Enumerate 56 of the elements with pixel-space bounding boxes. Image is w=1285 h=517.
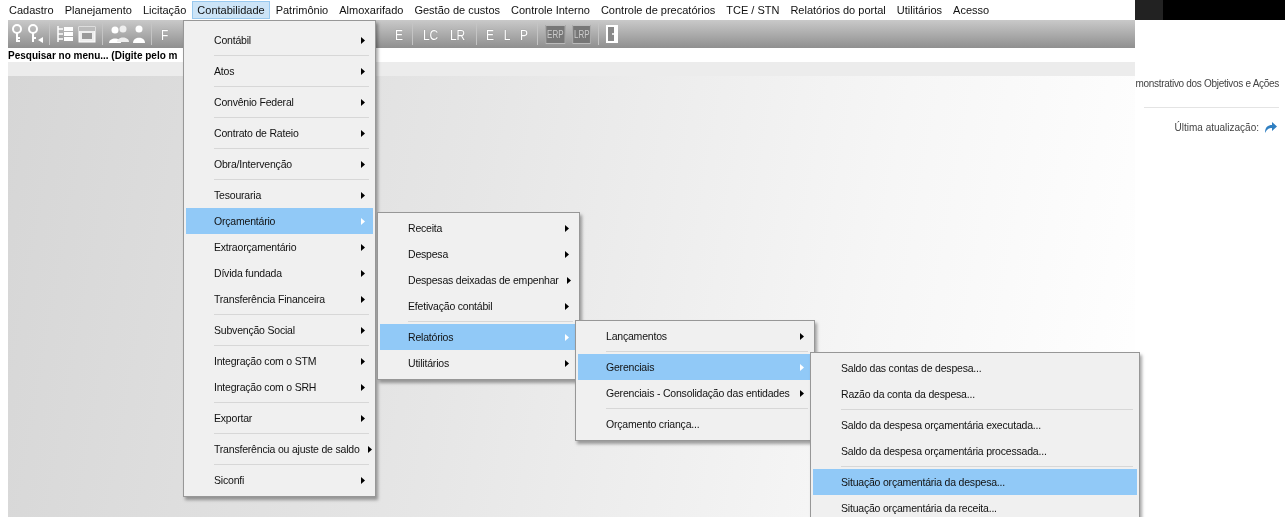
door-icon[interactable] xyxy=(603,24,620,44)
menu-item[interactable]: Saldo da despesa orçamentária processada... xyxy=(813,438,1137,464)
tree-icon[interactable] xyxy=(55,24,75,44)
menu-item[interactable]: Despesa xyxy=(380,241,577,267)
menu-item[interactable]: Relatórios xyxy=(380,324,577,350)
last-update-label: Última atualização: xyxy=(1174,122,1259,133)
person-icon[interactable] xyxy=(132,24,146,44)
menu-item[interactable]: Integração com o SRH xyxy=(186,374,373,400)
menu-item[interactable]: Saldo da despesa orçamentária executada... xyxy=(813,412,1137,438)
menu-item[interactable]: Utilitários xyxy=(380,350,577,376)
menu-item[interactable]: Contábil xyxy=(186,27,373,53)
menu-item[interactable]: Situação orçamentária da despesa... xyxy=(813,469,1137,495)
menu-item[interactable]: Situação orçamentária da receita... xyxy=(813,495,1137,517)
menu-bar-item[interactable]: Controle Interno xyxy=(506,1,595,19)
menu-item[interactable]: Razão da conta da despesa... xyxy=(813,381,1137,407)
menu-item[interactable]: Saldo das contas de despesa... xyxy=(813,355,1137,381)
menu-item[interactable]: Atos xyxy=(186,58,373,84)
menu-bar-item[interactable]: Gestão de custos xyxy=(409,1,505,19)
key-icon[interactable] xyxy=(26,24,44,44)
menu-bar-item[interactable]: Licitação xyxy=(137,1,192,19)
menu-item[interactable]: Obra/Intervenção xyxy=(186,151,373,177)
menu-bar-item[interactable]: Utilitários xyxy=(891,1,948,19)
menu-item[interactable]: Subvenção Social xyxy=(186,317,373,343)
menu-bar-item[interactable]: Cadastro xyxy=(4,1,59,19)
menu-bar-item[interactable]: Relatórios do portal xyxy=(785,1,891,19)
menu-item[interactable]: Tesouraria xyxy=(186,182,373,208)
menu-item[interactable]: Transferência ou ajuste de saldo xyxy=(186,436,373,462)
menu-item[interactable]: Convênio Federal xyxy=(186,89,373,115)
menu-item[interactable]: Gerenciais xyxy=(578,354,812,380)
menu-bar-item[interactable]: Almoxarifado xyxy=(334,1,409,19)
menu-item[interactable]: Receita xyxy=(380,215,577,241)
section-heading: monstrativo dos Objetivos e Ações xyxy=(1135,78,1279,89)
menu-item[interactable]: Lançamentos xyxy=(578,323,812,349)
menu-bar-item[interactable]: TCE / STN xyxy=(721,1,785,19)
menu-item[interactable]: Exportar xyxy=(186,405,373,431)
key-icon[interactable] xyxy=(10,24,24,44)
menu-item[interactable]: Siconfi xyxy=(186,467,373,493)
calendar-icon[interactable] xyxy=(77,24,97,44)
menu-item[interactable]: Dívida fundada xyxy=(186,260,373,286)
menu-item[interactable]: Orçamentário xyxy=(186,208,373,234)
menu-item[interactable]: Orçamento criança... xyxy=(578,411,812,437)
menu-item[interactable]: Despesas deixadas de empenhar xyxy=(380,267,577,293)
search-label: Pesquisar no menu... (Digite pelo m xyxy=(8,49,178,61)
menu-item[interactable]: Contrato de Rateio xyxy=(186,120,373,146)
menu-item[interactable]: Integração com o STM xyxy=(186,348,373,374)
menu-bar-item[interactable]: Contabilidade xyxy=(192,1,270,19)
menu-item[interactable]: Gerenciais - Consolidação das entidades xyxy=(578,380,812,406)
menu-bar-item[interactable]: Patrimônio xyxy=(270,1,334,19)
menu-item[interactable]: Efetivação contábil xyxy=(380,293,577,319)
share-arrow-icon[interactable] xyxy=(1264,122,1277,133)
menu-bar-item[interactable]: Acesso xyxy=(948,1,995,19)
menu-item[interactable]: Transferência Financeira xyxy=(186,286,373,312)
menu-bar-item[interactable]: Controle de precatórios xyxy=(595,1,721,19)
people-icon[interactable] xyxy=(108,24,130,44)
menu-bar-item[interactable]: Planejamento xyxy=(59,1,137,19)
menu-item[interactable]: Extraorçamentário xyxy=(186,234,373,260)
